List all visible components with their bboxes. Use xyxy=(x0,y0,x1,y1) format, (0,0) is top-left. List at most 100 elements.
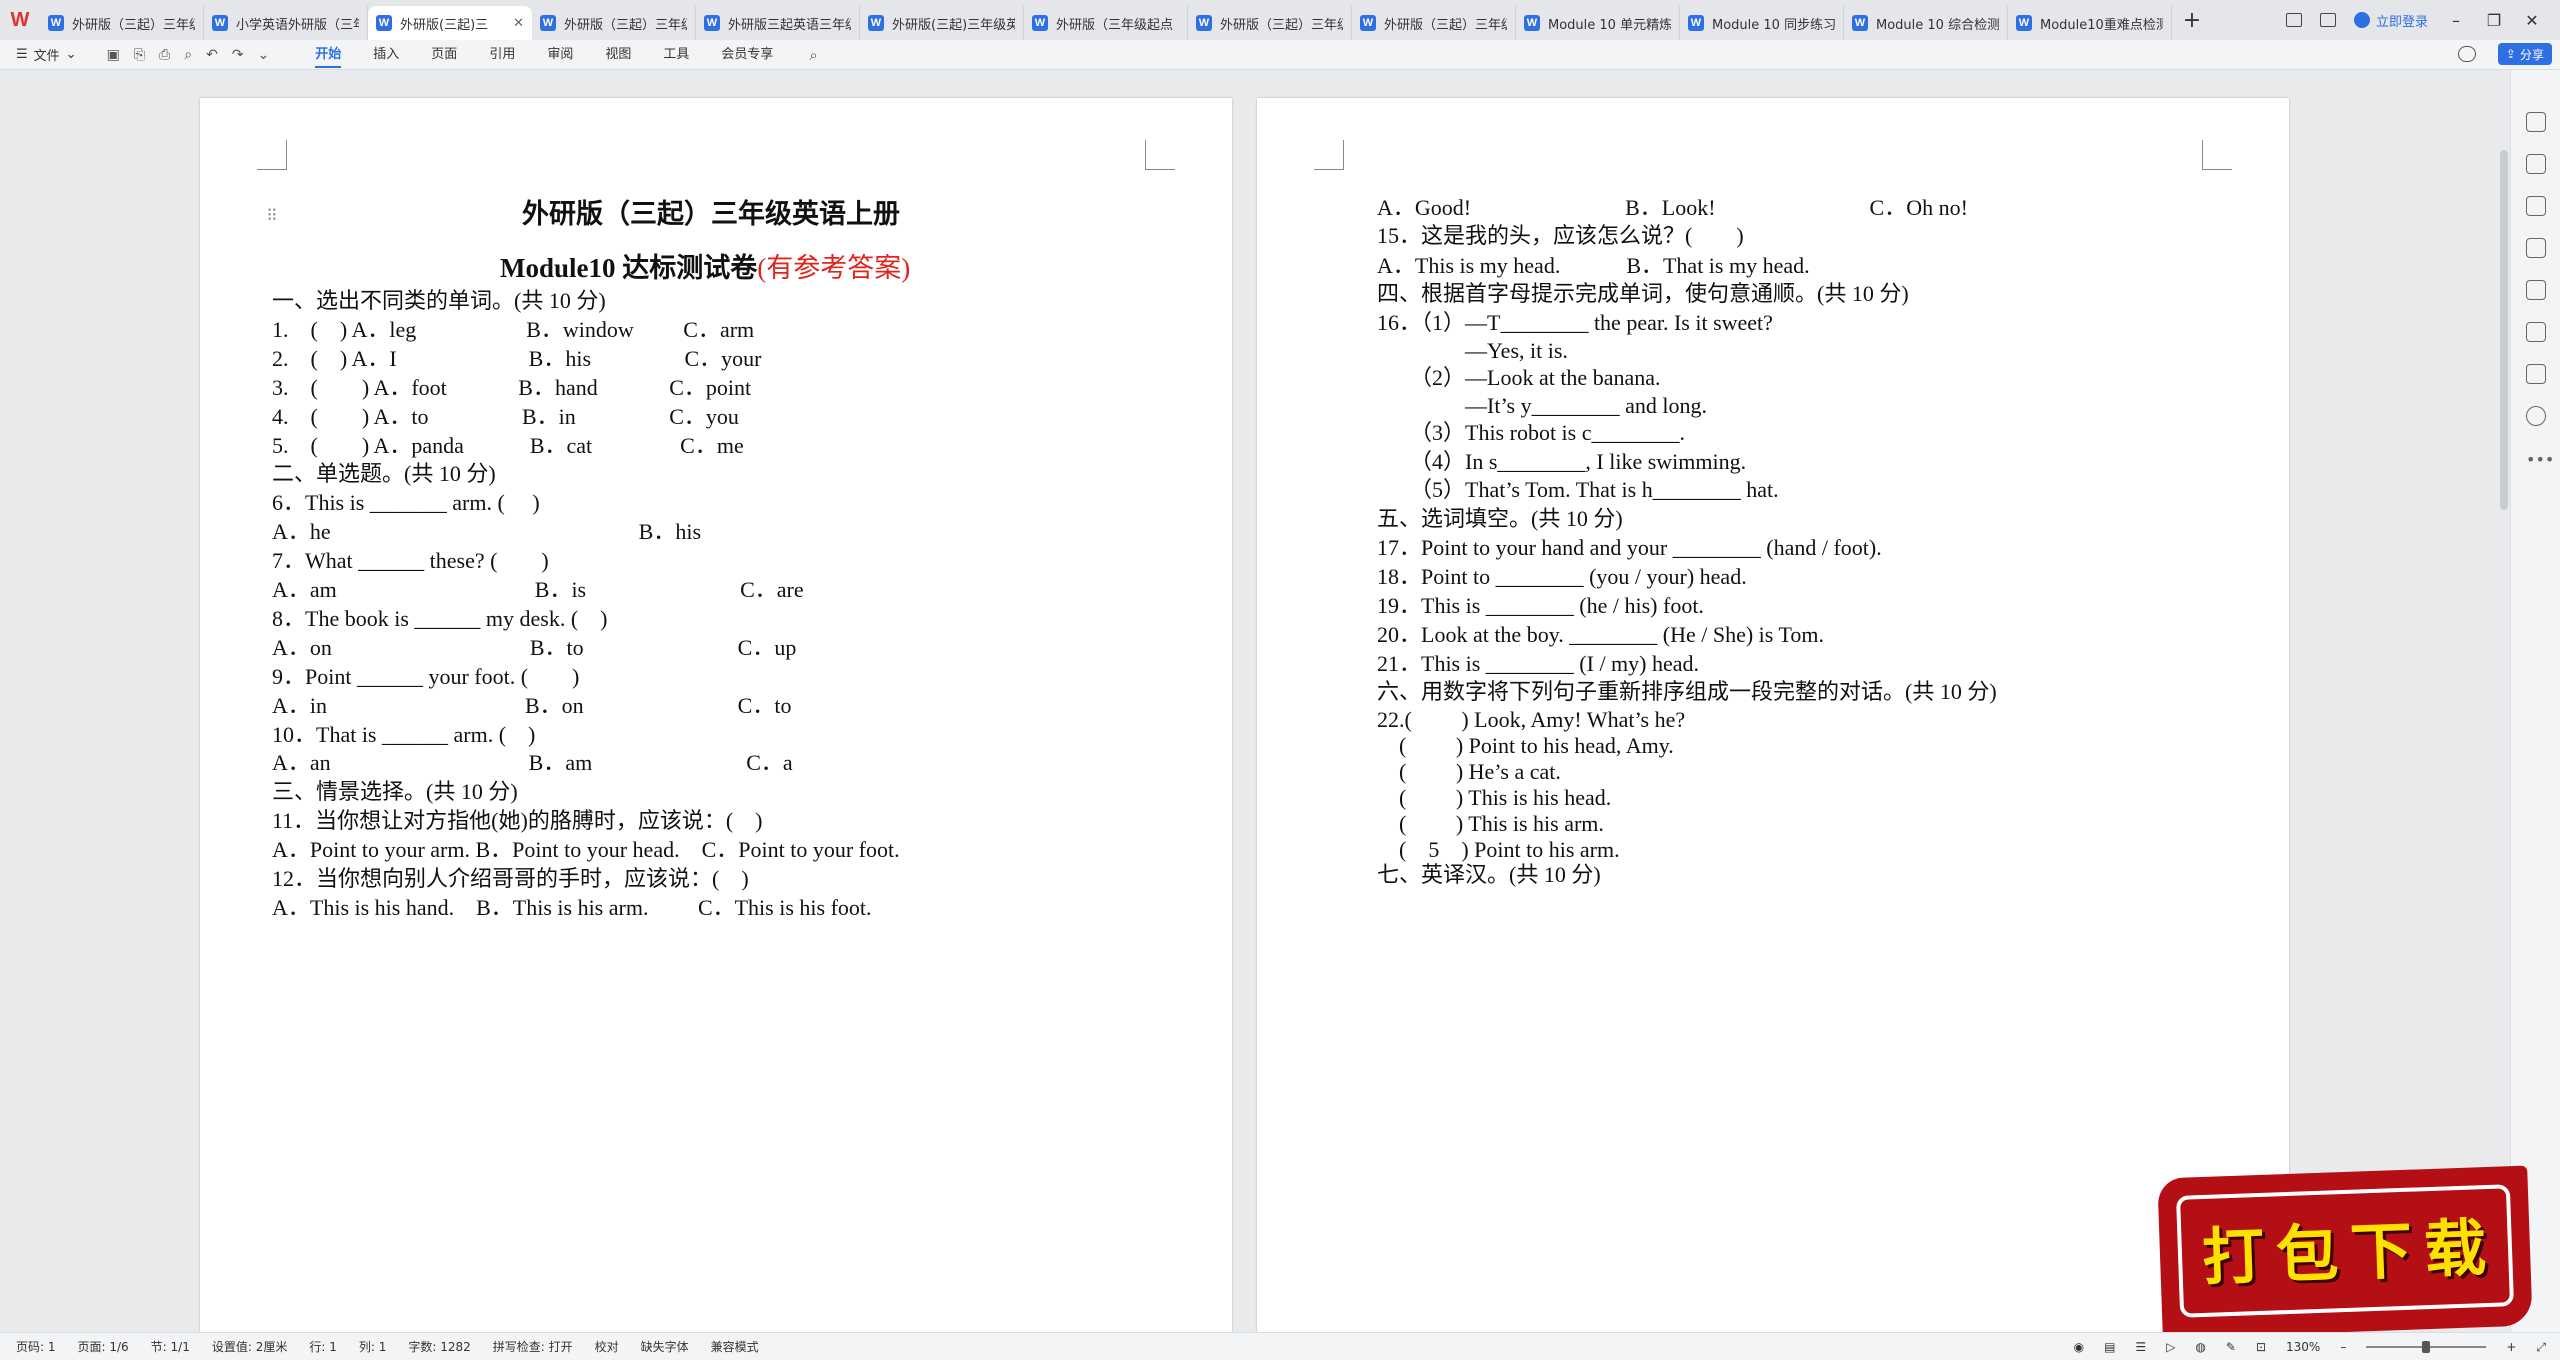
cloud-icon[interactable] xyxy=(2458,46,2476,62)
zoom-slider-knob[interactable] xyxy=(2422,1341,2431,1353)
menu-item[interactable]: 引用 xyxy=(489,40,515,70)
doc-line: 1. ( ) A．leg B．window C．arm xyxy=(272,316,755,342)
w-doc-icon: W xyxy=(1360,15,1376,31)
menu-item[interactable]: 审阅 xyxy=(547,40,573,70)
zoom-slider[interactable] xyxy=(2366,1341,2487,1353)
web-view-icon[interactable]: ◍ xyxy=(2195,1340,2205,1354)
tab[interactable]: W 外研版（三起）三年级 xyxy=(532,6,696,40)
undo-icon[interactable]: ↶ xyxy=(206,47,218,63)
download-banner[interactable]: 打包下载 xyxy=(2157,1165,2533,1339)
menu-item[interactable]: 视图 xyxy=(605,40,631,70)
drag-handle-icon[interactable]: ⠿ xyxy=(266,206,278,225)
tab[interactable]: W 外研版（三年级起点 xyxy=(1024,6,1188,40)
doc-line: 19．This is ________ (he / his) foot. xyxy=(1377,593,1704,618)
tab-label: 外研版（三起）三年级 xyxy=(1384,17,1507,33)
save-icon[interactable]: ▣ xyxy=(107,47,120,63)
status-item: 兼容模式 xyxy=(710,1340,759,1354)
print-icon[interactable]: ⎙ xyxy=(159,47,170,63)
minimize-icon[interactable]: – xyxy=(2446,11,2466,30)
chevron-down-icon[interactable]: ⌄ xyxy=(258,47,270,63)
doc-line: 15．这是我的头，应该怎么说？( ) xyxy=(1377,223,1744,248)
fullscreen-icon[interactable]: ⤢ xyxy=(2536,1340,2546,1355)
page-1[interactable]: ⠿ 外研版（三起）三年级英语上册 Module10 达标测试卷(有参考答案) 一… xyxy=(200,98,1232,1332)
tab[interactable]: W Module 10 单元精炼 xyxy=(1516,6,1680,40)
book-icon[interactable] xyxy=(2526,364,2546,384)
tab[interactable]: W 外研版（三起）三年级 xyxy=(1188,6,1352,40)
tile-icon[interactable] xyxy=(2319,13,2336,27)
doc-line: 11．当你想让对方指他(她)的胳膊时，应该说：( ) xyxy=(272,808,763,834)
preview-icon[interactable]: ⌕ xyxy=(184,47,192,63)
tab[interactable]: W 外研版三起英语三年级 xyxy=(696,6,860,40)
tab-label: 外研版（三年级起点 xyxy=(1056,17,1174,33)
tab[interactable]: W Module 10 同步练习 xyxy=(1680,6,1844,40)
status-item: 页面: 1/6 xyxy=(77,1340,129,1354)
status-item[interactable]: 校对 xyxy=(595,1338,619,1355)
status-right: ◉ ▤ ☰ ▷ ◍ ✎ ⊡ 130% – + ⤢ xyxy=(2074,1333,2546,1360)
tab-label: 外研版(三起)三 xyxy=(400,17,489,33)
share-button[interactable]: ⇪ 分享 xyxy=(2497,43,2552,65)
zoom-out-icon[interactable]: – xyxy=(2340,1340,2346,1354)
zoom-in-icon[interactable]: + xyxy=(2506,1340,2516,1354)
w-doc-icon: W xyxy=(48,15,64,31)
search-icon[interactable]: ⌕ xyxy=(809,46,817,64)
page-view-icon[interactable]: ▤ xyxy=(2104,1340,2115,1354)
tab[interactable]: W 小学英语外研版（三年 xyxy=(204,6,368,40)
tab[interactable]: W 外研版(三起)三年级英语 xyxy=(860,6,1024,40)
w-doc-icon: W xyxy=(212,15,228,31)
tab-label: 外研版（三起）三年级 xyxy=(72,17,195,33)
document-area[interactable]: ⠿ 外研版（三起）三年级英语上册 Module10 达标测试卷(有参考答案) 一… xyxy=(0,70,2560,1332)
restore-icon[interactable]: ❐ xyxy=(2484,11,2504,30)
page-corner-marker xyxy=(1145,140,1175,170)
login-button[interactable]: 立即登录 xyxy=(2353,11,2428,30)
tab[interactable]: W 外研版（三起）三年级 xyxy=(40,6,204,40)
vertical-scrollbar[interactable] xyxy=(2500,150,2508,510)
doc-line: A．an B．am C．a xyxy=(272,750,793,776)
plus-icon[interactable]: + xyxy=(2172,8,2212,33)
doc-line: 二、单选题。(共 10 分) xyxy=(272,461,496,487)
eye-icon[interactable]: ◉ xyxy=(2074,1340,2084,1354)
edit-icon[interactable] xyxy=(2526,154,2546,174)
export-icon[interactable]: ⎘ xyxy=(134,47,145,63)
redo-icon[interactable]: ↷ xyxy=(232,47,244,63)
tab[interactable]: W 外研版（三起）三年级 xyxy=(1352,6,1516,40)
pen-icon[interactable]: ✎ xyxy=(2226,1340,2236,1354)
doc-line: 7．What ______ these? ( ) xyxy=(272,548,549,574)
zoom-level[interactable]: 130% xyxy=(2286,1340,2320,1354)
close-icon[interactable]: ✕ xyxy=(513,16,524,31)
banner-label: 打包下载 xyxy=(2200,1210,2500,1295)
close-icon[interactable]: ✕ xyxy=(2522,11,2542,30)
tab[interactable]: W Module 10 综合检测 xyxy=(1844,6,2008,40)
menu-item[interactable]: 页面 xyxy=(431,40,457,70)
w-doc-icon: W xyxy=(1688,15,1704,31)
play-icon[interactable]: ▷ xyxy=(2166,1340,2175,1354)
page-2[interactable]: A．Good! B．Look! C．Oh no! 15．这是我的头，应该怎么说？(… xyxy=(1257,98,2289,1332)
help-icon[interactable] xyxy=(2526,406,2546,426)
tab[interactable]: W Module10重难点检测 xyxy=(2008,6,2172,40)
more-icon[interactable]: ••• xyxy=(2526,450,2554,469)
menu-item[interactable]: 插入 xyxy=(373,40,399,70)
settings-icon[interactable] xyxy=(2526,238,2546,258)
tab[interactable]: W 外研版(三起)三 ✕ xyxy=(368,6,532,40)
menu-item[interactable]: 工具 xyxy=(663,40,689,70)
outline-icon[interactable]: ☰ xyxy=(2135,1340,2146,1354)
doc-line: 一、选出不同类的单词。(共 10 分) xyxy=(272,288,606,313)
layout-icon[interactable] xyxy=(2285,13,2302,27)
collapse-icon[interactable] xyxy=(2526,112,2546,132)
image-icon[interactable] xyxy=(2526,280,2546,300)
tab-label: Module 10 单元精炼 xyxy=(1548,17,1671,33)
menu-item[interactable]: 开始 xyxy=(315,40,342,70)
fit-icon[interactable]: ⊡ xyxy=(2256,1340,2266,1354)
doc-line: 五、选词填空。(共 10 分) xyxy=(1377,506,1623,531)
status-item: 行: 1 xyxy=(309,1340,337,1354)
status-bar: 页码: 1 页面: 1/6 节: 1/1 设置值: 2厘米 行: 1 列: 1 字数: 12… xyxy=(0,1332,2560,1360)
quick-tools: ▣ ⎘ ⎙ ⌕ ↶ ↷ ⌄ xyxy=(107,47,270,63)
doc-line: 8．The book is ______ my desk. ( ) xyxy=(272,605,608,631)
w-doc-icon: W xyxy=(704,15,720,31)
select-icon[interactable] xyxy=(2526,196,2546,216)
wps-logo-icon[interactable]: W xyxy=(0,0,40,40)
menu-item[interactable]: 会员专享 xyxy=(721,40,773,70)
file-menu[interactable]: ☰ 文件 ⌄ xyxy=(16,45,77,64)
status-item[interactable]: 拼写检查: 打开 xyxy=(493,1338,573,1355)
doc-subtitle-answer-note: (有参考答案) xyxy=(757,253,911,283)
tools-icon[interactable] xyxy=(2526,322,2546,342)
